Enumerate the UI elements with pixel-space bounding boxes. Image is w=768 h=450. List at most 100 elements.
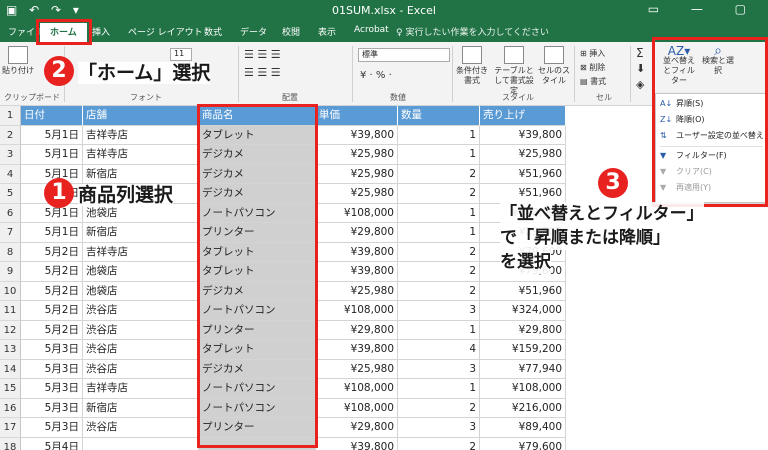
- currency-icon[interactable]: ¥ · % ·: [360, 70, 392, 81]
- clear-icon[interactable]: ◈: [636, 78, 644, 91]
- cell-store[interactable]: 池袋店: [83, 262, 199, 282]
- cell-store[interactable]: [83, 437, 199, 450]
- cell-sales[interactable]: ¥39,800: [480, 125, 566, 145]
- column-header-quantity[interactable]: 数量: [398, 106, 480, 126]
- cell-unit-price[interactable]: ¥108,000: [316, 301, 398, 321]
- column-header-date[interactable]: 日付: [21, 106, 83, 126]
- cell-quantity[interactable]: 2: [398, 281, 480, 301]
- cell-sales[interactable]: ¥324,000: [480, 301, 566, 321]
- window-controls[interactable]: ▭ — ▢: [648, 2, 760, 16]
- row-header[interactable]: 5: [0, 184, 21, 204]
- cell-unit-price[interactable]: ¥108,000: [316, 379, 398, 399]
- row-header[interactable]: 6: [0, 203, 21, 223]
- cell-unit-price[interactable]: ¥39,800: [316, 340, 398, 360]
- paste-button[interactable]: 貼り付け: [2, 46, 34, 76]
- cell-quantity[interactable]: 1: [398, 320, 480, 340]
- row-header[interactable]: 17: [0, 418, 21, 438]
- cell-sales[interactable]: ¥25,980: [480, 145, 566, 165]
- cell-quantity[interactable]: 2: [398, 437, 480, 450]
- cell-quantity[interactable]: 4: [398, 340, 480, 360]
- cell-unit-price[interactable]: ¥108,000: [316, 398, 398, 418]
- tab-formulas[interactable]: 数式: [204, 25, 222, 38]
- cell-store[interactable]: 吉祥寺店: [83, 125, 199, 145]
- conditional-format-button[interactable]: 条件付き書式: [455, 46, 489, 86]
- cell-date[interactable]: 5月3日: [21, 418, 83, 438]
- cell-store[interactable]: 渋谷店: [83, 340, 199, 360]
- cell-sales[interactable]: ¥51,960: [480, 281, 566, 301]
- cell-store[interactable]: 渋谷店: [83, 418, 199, 438]
- cell-quantity[interactable]: 3: [398, 301, 480, 321]
- cell-date[interactable]: 5月1日: [21, 145, 83, 165]
- format-cells-button[interactable]: ▤ 書式: [580, 76, 606, 87]
- row-header[interactable]: 14: [0, 359, 21, 379]
- cell-store[interactable]: 渋谷店: [83, 320, 199, 340]
- cell-date[interactable]: 5月2日: [21, 320, 83, 340]
- cell-date[interactable]: 5月3日: [21, 398, 83, 418]
- cell-unit-price[interactable]: ¥25,980: [316, 281, 398, 301]
- delete-cells-button[interactable]: ⊠ 削除: [580, 62, 605, 73]
- number-format-select[interactable]: 標準: [358, 48, 450, 62]
- cell-unit-price[interactable]: ¥29,800: [316, 223, 398, 243]
- cell-date[interactable]: 5月2日: [21, 301, 83, 321]
- cell-store[interactable]: 新宿店: [83, 398, 199, 418]
- row-header[interactable]: 3: [0, 145, 21, 165]
- cell-unit-price[interactable]: ¥29,800: [316, 320, 398, 340]
- cell-date[interactable]: 5月3日: [21, 340, 83, 360]
- row-header[interactable]: 12: [0, 320, 21, 340]
- tab-page-layout[interactable]: ページ レイアウト: [128, 25, 203, 38]
- row-header[interactable]: 2: [0, 125, 21, 145]
- row-header[interactable]: 15: [0, 379, 21, 399]
- row-header[interactable]: 4: [0, 164, 21, 184]
- cell-quantity[interactable]: 3: [398, 359, 480, 379]
- cell-store[interactable]: 新宿店: [83, 223, 199, 243]
- cell-style-button[interactable]: セルのスタイル: [538, 46, 570, 86]
- column-header-sales[interactable]: 売り上げ: [480, 106, 566, 126]
- cell-sales[interactable]: ¥29,800: [480, 320, 566, 340]
- cell-quantity[interactable]: 1: [398, 223, 480, 243]
- cell-quantity[interactable]: 2: [398, 164, 480, 184]
- row-header[interactable]: 11: [0, 301, 21, 321]
- column-header-unit-price[interactable]: 単価: [316, 106, 398, 126]
- cell-date[interactable]: 5月2日: [21, 281, 83, 301]
- cell-sales[interactable]: ¥108,000: [480, 379, 566, 399]
- cell-quantity[interactable]: 2: [398, 398, 480, 418]
- cell-sales[interactable]: ¥51,960: [480, 184, 566, 204]
- cell-quantity[interactable]: 1: [398, 379, 480, 399]
- row-header[interactable]: 1: [0, 106, 21, 126]
- cell-date[interactable]: 5月4日: [21, 437, 83, 450]
- tell-me-search[interactable]: ♀ 実行したい作業を入力してください: [396, 25, 549, 38]
- tab-insert[interactable]: 挿入: [92, 25, 110, 38]
- cell-date[interactable]: 5月3日: [21, 359, 83, 379]
- align-center-icon[interactable]: ☰ ☰ ☰: [244, 66, 281, 79]
- cell-date[interactable]: 5月3日: [21, 379, 83, 399]
- row-header[interactable]: 18: [0, 437, 21, 450]
- cell-unit-price[interactable]: ¥25,980: [316, 164, 398, 184]
- cell-sales[interactable]: ¥51,960: [480, 164, 566, 184]
- cell-unit-price[interactable]: ¥25,980: [316, 359, 398, 379]
- cell-date[interactable]: 5月2日: [21, 262, 83, 282]
- tab-review[interactable]: 校閲: [282, 25, 300, 38]
- tab-data[interactable]: データ: [240, 25, 267, 38]
- cell-unit-price[interactable]: ¥25,980: [316, 184, 398, 204]
- row-header[interactable]: 9: [0, 262, 21, 282]
- fill-icon[interactable]: ⬇: [636, 62, 645, 75]
- cell-quantity[interactable]: 1: [398, 145, 480, 165]
- cell-date[interactable]: 5月2日: [21, 242, 83, 262]
- cell-unit-price[interactable]: ¥108,000: [316, 203, 398, 223]
- cell-date[interactable]: 5月1日: [21, 125, 83, 145]
- row-header[interactable]: 16: [0, 398, 21, 418]
- cell-quantity[interactable]: 1: [398, 125, 480, 145]
- row-header[interactable]: 13: [0, 340, 21, 360]
- cell-store[interactable]: 渋谷店: [83, 301, 199, 321]
- cell-sales[interactable]: ¥216,000: [480, 398, 566, 418]
- cell-sales[interactable]: ¥159,200: [480, 340, 566, 360]
- cell-sales[interactable]: ¥79,600: [480, 437, 566, 450]
- cell-quantity[interactable]: 2: [398, 242, 480, 262]
- tab-view[interactable]: 表示: [318, 25, 336, 38]
- cell-unit-price[interactable]: ¥29,800: [316, 418, 398, 438]
- cell-quantity[interactable]: 2: [398, 184, 480, 204]
- cell-sales[interactable]: ¥77,940: [480, 359, 566, 379]
- tab-acrobat[interactable]: Acrobat: [354, 25, 389, 35]
- cell-store[interactable]: 吉祥寺店: [83, 242, 199, 262]
- cell-unit-price[interactable]: ¥39,800: [316, 262, 398, 282]
